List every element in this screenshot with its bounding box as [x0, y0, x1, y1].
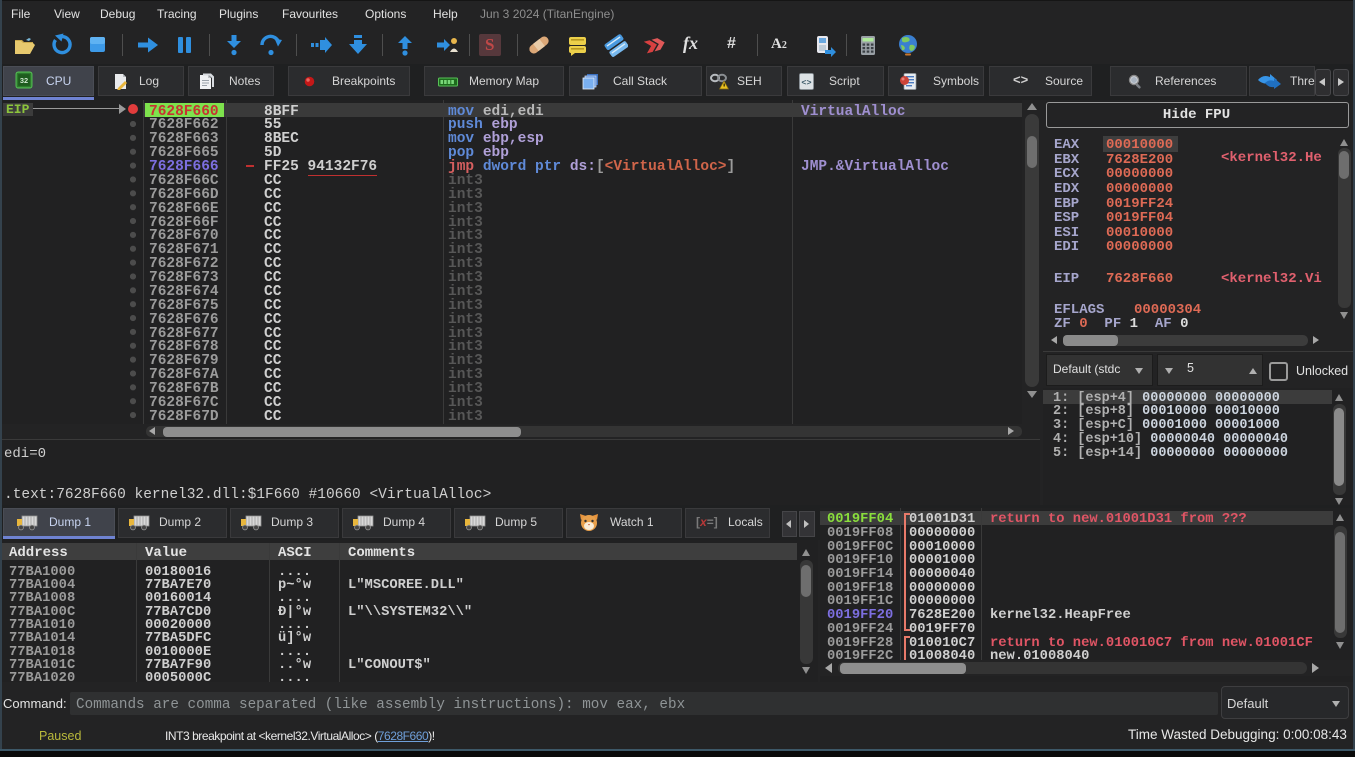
- svg-text:32: 32: [20, 76, 28, 85]
- svg-text:<>: <>: [801, 78, 811, 88]
